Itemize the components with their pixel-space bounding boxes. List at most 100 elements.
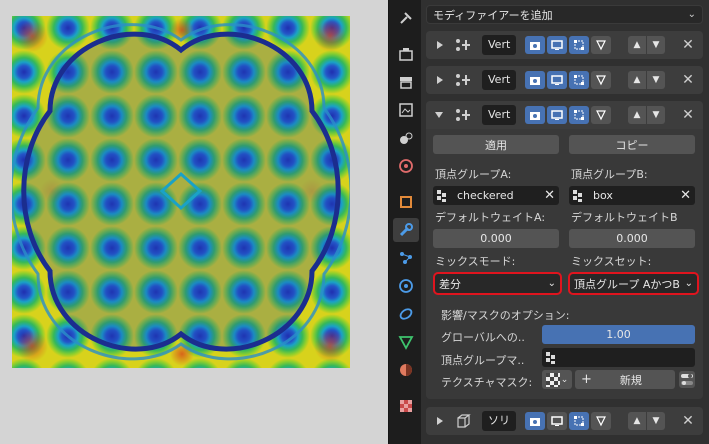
vertex-group-a-value: checkered [457, 189, 514, 202]
viewport-toggle[interactable] [547, 412, 567, 430]
move-down-button[interactable]: ▼ [647, 412, 665, 430]
scene-icon[interactable] [393, 126, 419, 150]
collapse-arrow-icon[interactable] [435, 112, 443, 118]
modifier-vert-2[interactable]: Vert ▲ ▼ ✕ [426, 66, 703, 94]
influence-mask-header: 影響/マスクのオプション: [441, 309, 570, 322]
edit-mode-toggle[interactable] [525, 106, 545, 124]
vertex-weight-mix-icon [454, 72, 472, 91]
close-icon[interactable]: ✕ [679, 71, 697, 89]
chevron-down-icon: ⌄ [684, 278, 693, 289]
on-cage-toggle[interactable] [591, 71, 611, 89]
default-weight-a-input[interactable]: 0.000 [433, 229, 559, 248]
weight-paint-preview [12, 16, 350, 368]
clear-icon[interactable]: ✕ [544, 188, 555, 203]
data-icon[interactable] [393, 330, 419, 354]
expand-arrow-icon[interactable] [437, 41, 443, 49]
add-modifier-dropdown[interactable]: モディファイアーを追加 ⌄ [426, 5, 703, 24]
vertex-group-a-field[interactable]: checkered ✕ [433, 186, 559, 205]
modifier-name-field[interactable]: ソリ [482, 411, 516, 431]
tool-icon[interactable] [393, 6, 419, 30]
constraints-icon[interactable] [393, 302, 419, 326]
triangle-up-icon: ▲ [633, 75, 641, 85]
close-icon[interactable]: ✕ [679, 36, 697, 54]
view-layer-icon[interactable] [393, 98, 419, 122]
mesh-triangle-icon [596, 416, 606, 427]
new-texture-label: 新規 [619, 373, 642, 387]
global-influence-label: グローバルへの.. [441, 331, 525, 344]
triangle-up-icon: ▲ [633, 110, 641, 120]
move-down-button[interactable]: ▼ [647, 106, 665, 124]
close-icon[interactable]: ✕ [679, 106, 697, 124]
edit-mode-toggle[interactable] [525, 412, 545, 430]
modifier-vert-3[interactable]: Vert ▲ ▼ ✕ [426, 101, 703, 129]
vertex-group-mask-field[interactable] [542, 348, 695, 367]
mix-set-value: 頂点グループ AかつB [574, 277, 680, 291]
move-up-button[interactable]: ▲ [628, 106, 646, 124]
checkerboard-icon [545, 372, 560, 387]
on-cage-toggle[interactable] [591, 106, 611, 124]
viewport-toggle[interactable] [547, 71, 567, 89]
modifier-name-field[interactable]: Vert [482, 105, 516, 125]
world-icon[interactable] [393, 154, 419, 178]
vertex-group-b-field[interactable]: box ✕ [569, 186, 695, 205]
texture-icon[interactable] [393, 394, 419, 418]
modifier-name-field[interactable]: Vert [482, 70, 516, 90]
edit-cage-toggle[interactable] [569, 412, 589, 430]
copy-button[interactable]: コピー [569, 135, 695, 154]
modifier-icon[interactable] [393, 218, 419, 242]
edit-mode-toggle[interactable] [525, 71, 545, 89]
mix-mode-value: 差分 [439, 277, 461, 291]
viewport-toggle[interactable] [547, 36, 567, 54]
object-icon[interactable] [393, 190, 419, 214]
global-influence-slider[interactable]: 1.00 [542, 325, 695, 344]
apply-button[interactable]: 適用 [433, 135, 559, 154]
plus-icon: + [581, 372, 592, 387]
vertex-group-icon [573, 189, 582, 202]
move-up-button[interactable]: ▲ [628, 36, 646, 54]
move-up-button[interactable]: ▲ [628, 71, 646, 89]
expand-arrow-icon[interactable] [437, 76, 443, 84]
texture-settings-toggle[interactable] [679, 371, 695, 388]
mix-set-select[interactable]: 頂点グループ AかつB ⌄ [568, 272, 699, 295]
triangle-down-icon: ▼ [652, 110, 660, 120]
vertex-group-mask-label: 頂点グループマ.. [441, 354, 525, 367]
texture-browse-button[interactable]: ⌄ [542, 370, 572, 389]
vertex-weight-mix-icon [454, 107, 472, 126]
move-up-button[interactable]: ▲ [628, 412, 646, 430]
default-weight-b-label: デフォルトウェイトB [571, 211, 678, 224]
new-texture-button[interactable]: + 新規 [575, 370, 675, 389]
modifier-vert-1[interactable]: Vert ▲ ▼ ✕ [426, 31, 703, 59]
mix-mode-select[interactable]: 差分 ⌄ [433, 272, 562, 295]
mix-set-label: ミックスセット: [571, 255, 652, 268]
expand-arrow-icon[interactable] [437, 417, 443, 425]
edit-cage-toggle[interactable] [569, 71, 589, 89]
move-down-button[interactable]: ▼ [647, 71, 665, 89]
output-icon[interactable] [393, 70, 419, 94]
material-icon[interactable] [393, 358, 419, 382]
render-icon[interactable] [393, 42, 419, 66]
vertex-group-icon [437, 189, 446, 202]
edit-cage-toggle[interactable] [569, 106, 589, 124]
monitor-icon [551, 416, 563, 426]
edit-mode-toggle[interactable] [525, 36, 545, 54]
modifier-name-field[interactable]: Vert [482, 35, 516, 55]
close-icon[interactable]: ✕ [679, 412, 697, 430]
physics-icon[interactable] [393, 274, 419, 298]
viewport[interactable] [0, 0, 388, 444]
camera-icon [530, 77, 540, 85]
camera-icon [530, 418, 540, 426]
solidify-icon [456, 413, 472, 432]
particles-icon[interactable] [393, 246, 419, 270]
camera-icon [530, 42, 540, 50]
edit-cage-toggle[interactable] [569, 36, 589, 54]
on-cage-toggle[interactable] [591, 412, 611, 430]
default-weight-b-input[interactable]: 0.000 [569, 229, 695, 248]
move-down-button[interactable]: ▼ [647, 36, 665, 54]
on-cage-toggle[interactable] [591, 36, 611, 54]
edit-mode-icon [574, 40, 584, 50]
monitor-icon [551, 75, 563, 85]
monitor-icon [551, 110, 563, 120]
modifier-solidify[interactable]: ソリ ▲ ▼ ✕ [426, 407, 703, 435]
clear-icon[interactable]: ✕ [680, 188, 691, 203]
viewport-toggle[interactable] [547, 106, 567, 124]
